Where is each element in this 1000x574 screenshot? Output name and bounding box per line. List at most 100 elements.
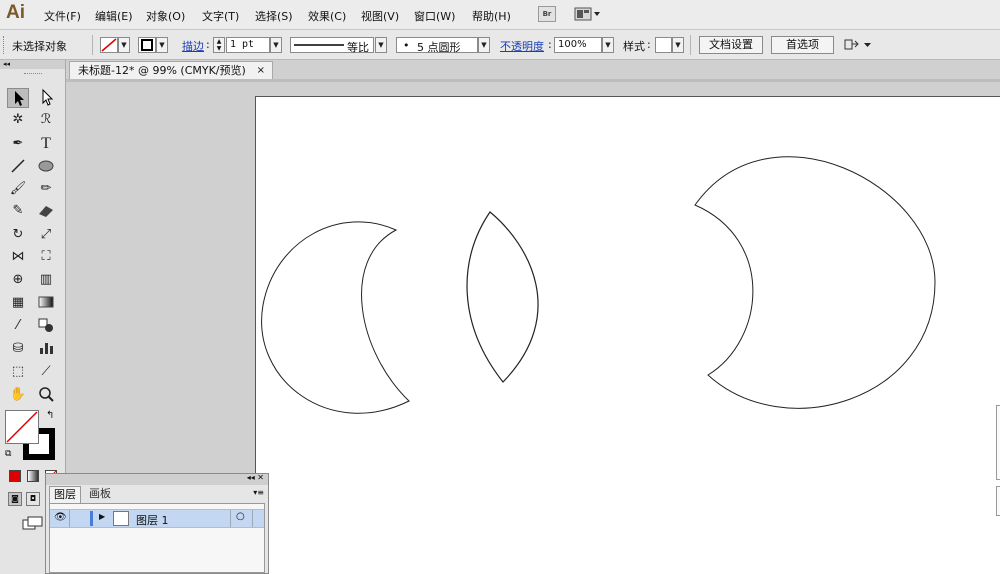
transform-icon — [844, 39, 871, 50]
stroke-label[interactable]: 描边 — [182, 38, 204, 54]
layer-color-indicator — [90, 511, 93, 526]
menu-object[interactable]: 对象(O) — [146, 8, 185, 24]
fill-color-box[interactable] — [5, 410, 39, 444]
profile-dropdown[interactable]: ▼ — [375, 37, 387, 53]
align-options-button[interactable] — [843, 37, 873, 56]
draw-behind-icon[interactable]: ◘ — [26, 492, 40, 506]
column-graph-tool-icon[interactable] — [35, 339, 57, 359]
arrange-icon — [574, 7, 600, 21]
pen-tool-icon[interactable]: ✒ — [7, 134, 29, 154]
rotate-tool-icon[interactable]: ↻ — [7, 225, 29, 245]
default-colors-icon[interactable]: ⧉ — [5, 449, 11, 459]
document-setup-button[interactable]: 文档设置 — [699, 36, 763, 54]
pencil-tool-icon[interactable]: ✏ — [35, 179, 57, 199]
stroke-weight-input[interactable]: 1 pt — [226, 37, 270, 53]
menu-bar: Ai 文件(F) 编辑(E) 对象(O) 文字(T) 选择(S) 效果(C) 视… — [0, 0, 1000, 30]
artboard-tool-icon[interactable]: ⬚ — [7, 362, 29, 382]
side-panel-edge — [996, 405, 1000, 480]
brush-dropdown[interactable]: ▼ — [478, 37, 490, 53]
fill-dropdown[interactable]: ▼ — [118, 37, 130, 53]
variable-width-profile[interactable]: 等比 — [290, 37, 374, 54]
control-bar: 未选择对象 ▼ ▼ 描边 : ▲ ▼ 1 pt ▼ 等比 ▼ • 5 点圆形 ▼ … — [0, 30, 1000, 60]
layer-row[interactable]: 👁 ▶ 图层 1 ○ — [50, 509, 264, 528]
menu-type[interactable]: 文字(T) — [202, 8, 239, 24]
fill-swatch[interactable] — [100, 37, 118, 53]
lens-shape[interactable] — [466, 211, 539, 383]
opacity-dropdown[interactable]: ▼ — [602, 37, 614, 53]
artwork-canvas — [261, 156, 936, 414]
tab-artboards[interactable]: 画板 — [83, 486, 117, 503]
zoom-tool-icon[interactable] — [35, 385, 57, 405]
scale-tool-icon[interactable]: ⤢ — [35, 225, 57, 245]
layer-name[interactable]: 图层 1 — [136, 512, 169, 528]
line-tool-icon[interactable] — [7, 157, 29, 177]
crescent-left-shape[interactable] — [261, 221, 410, 414]
expand-layer-icon[interactable]: ▶ — [99, 512, 105, 521]
menu-view[interactable]: 视图(V) — [361, 8, 399, 24]
ellipse-tool-icon[interactable] — [35, 157, 57, 177]
layer-target-icon[interactable]: ○ — [236, 511, 245, 522]
app-logo: Ai — [6, 2, 25, 23]
symbol-sprayer-tool-icon[interactable]: ⛁ — [7, 339, 29, 359]
none-fill-icon — [101, 38, 117, 52]
eyedropper-tool-icon[interactable]: ⁄ — [7, 316, 29, 336]
type-tool-icon[interactable]: T — [35, 134, 57, 154]
brush-dot-icon: • — [403, 39, 410, 52]
free-transform-tool-icon[interactable]: ⛶ — [35, 247, 57, 267]
profile-line-icon — [294, 44, 344, 46]
hand-tool-icon[interactable]: ✋ — [7, 385, 29, 405]
shape-builder-tool-icon[interactable]: ⊕ — [7, 270, 29, 290]
panel-collapse-close-icon[interactable]: ◂◂ ✕ — [247, 473, 264, 482]
graphic-style-swatch[interactable] — [655, 37, 672, 53]
side-panel-edge-2 — [996, 486, 1000, 516]
fill-stroke-widget[interactable]: ↰ ⧉ — [5, 410, 57, 462]
swap-colors-icon[interactable]: ↰ — [46, 410, 54, 421]
layers-panel-titlebar[interactable]: ◂◂ ✕ — [46, 473, 268, 485]
menu-help[interactable]: 帮助(H) — [472, 8, 511, 24]
tools-panel-header[interactable]: ◂◂ — [0, 60, 65, 69]
preferences-button[interactable]: 首选项 — [771, 36, 834, 54]
menu-select[interactable]: 选择(S) — [255, 8, 293, 24]
perspective-grid-tool-icon[interactable]: ▥ — [35, 270, 57, 290]
stroke-dropdown[interactable]: ▼ — [156, 37, 168, 53]
gradient-tool-icon[interactable] — [35, 293, 57, 313]
opacity-label[interactable]: 不透明度 — [500, 38, 544, 54]
stroke-weight-stepper[interactable]: ▲ ▼ — [213, 37, 225, 53]
bridge-button[interactable]: Br — [538, 6, 556, 22]
none-color-icon — [6, 411, 38, 443]
close-tab-icon[interactable]: × — [257, 62, 265, 79]
stroke-weight-dropdown[interactable]: ▼ — [270, 37, 282, 53]
eraser-tool-icon[interactable] — [35, 201, 57, 221]
tab-layers[interactable]: 图层 — [49, 486, 81, 503]
magic-wand-tool-icon[interactable]: ✲ — [7, 110, 29, 130]
screen-mode-icon[interactable] — [22, 516, 44, 533]
lasso-tool-icon[interactable]: ℛ — [35, 110, 57, 130]
menu-effect[interactable]: 效果(C) — [308, 8, 346, 24]
menu-edit[interactable]: 编辑(E) — [95, 8, 133, 24]
crescent-right-shape[interactable] — [694, 156, 936, 409]
menu-file[interactable]: 文件(F) — [44, 8, 81, 24]
menu-window[interactable]: 窗口(W) — [414, 8, 455, 24]
blend-tool-icon[interactable] — [35, 316, 57, 336]
tab-strip — [66, 79, 1000, 82]
direct-selection-tool-icon[interactable] — [35, 88, 57, 108]
document-tab[interactable]: 未标题-12* @ 99% (CMYK/预览) × — [69, 61, 273, 79]
slice-tool-icon[interactable]: ⟋ — [35, 362, 57, 382]
graphic-style-dropdown[interactable]: ▼ — [672, 37, 684, 53]
brush-definition[interactable]: • 5 点圆形 — [396, 37, 478, 54]
tools-grip — [24, 73, 42, 76]
draw-normal-icon[interactable]: ◙ — [8, 492, 22, 506]
visibility-eye-icon[interactable]: 👁 — [54, 512, 67, 523]
blob-brush-tool-icon[interactable]: ✎ — [7, 201, 29, 221]
artboard[interactable] — [255, 96, 1000, 574]
selection-tool-icon[interactable] — [7, 88, 29, 108]
gradient-mode-button[interactable] — [27, 470, 39, 482]
color-mode-button[interactable] — [9, 470, 21, 482]
opacity-input[interactable]: 100% — [554, 37, 602, 53]
panel-menu-icon[interactable]: ▾≡ — [253, 488, 264, 497]
width-tool-icon[interactable]: ⋈ — [7, 247, 29, 267]
arrange-documents-button[interactable] — [574, 6, 602, 22]
mesh-tool-icon[interactable]: ▦ — [7, 293, 29, 313]
paintbrush-tool-icon[interactable]: 🖌 — [7, 179, 29, 199]
stroke-swatch[interactable] — [138, 37, 156, 53]
